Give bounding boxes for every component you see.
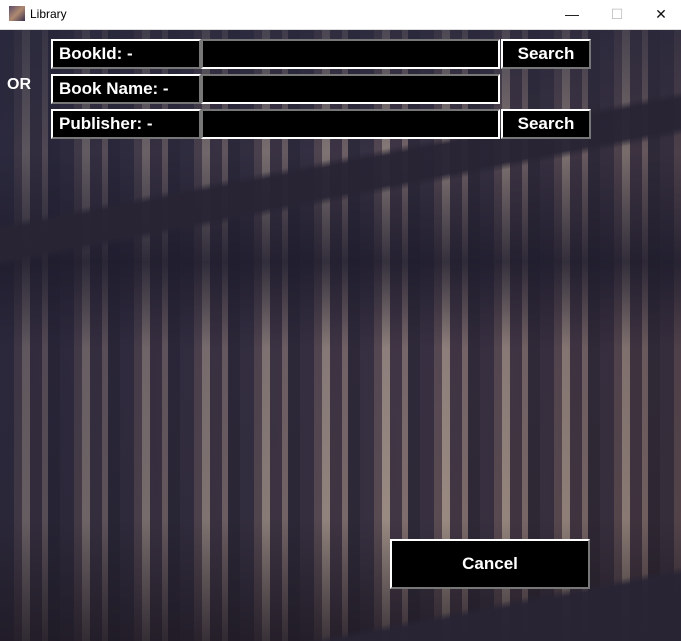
close-button[interactable]: ✕	[638, 0, 681, 29]
bookid-label: BookId: -	[51, 39, 201, 69]
search-publisher-button[interactable]: Search	[501, 109, 591, 139]
bookid-input[interactable]	[201, 39, 500, 69]
window-title: Library	[30, 7, 67, 21]
bookshelf-background: OR BookId: - Search Book Name: - Publish…	[0, 30, 681, 641]
title-bar: Library — ☐ ✕	[0, 0, 681, 30]
or-label: OR	[7, 76, 31, 93]
app-icon	[9, 6, 25, 21]
publisher-label: Publisher: -	[51, 109, 201, 139]
minimize-button[interactable]: —	[549, 0, 595, 29]
maximize-button[interactable]: ☐	[594, 0, 640, 29]
bookname-label: Book Name: -	[51, 74, 201, 104]
cancel-button[interactable]: Cancel	[390, 539, 590, 589]
publisher-input[interactable]	[201, 109, 500, 139]
search-bookid-button[interactable]: Search	[501, 39, 591, 69]
bookname-input[interactable]	[201, 74, 500, 104]
